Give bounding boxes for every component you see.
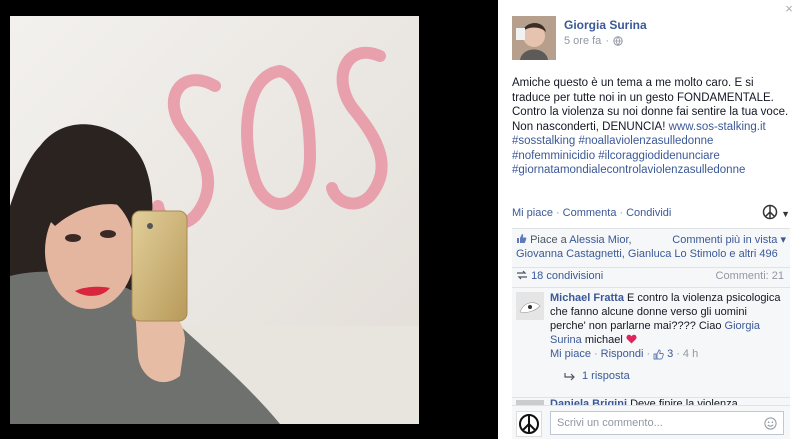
author-name[interactable]: Giorgia Surina	[564, 18, 647, 32]
globe-icon[interactable]	[613, 36, 623, 46]
chevron-down-icon[interactable]: ▼	[781, 209, 790, 219]
heart-icon	[626, 334, 637, 344]
post-body: Amiche questo è un tema a me molto caro.…	[512, 76, 792, 178]
commenter-name[interactable]: Michael Fratta	[550, 292, 624, 304]
viewer-avatar	[516, 411, 542, 437]
photo-viewer-stage	[0, 0, 498, 439]
share-link[interactable]: Condividi	[626, 207, 671, 219]
comment-body: Michael Fratta E contro la violenza psic…	[550, 291, 782, 347]
comment-link[interactable]: Commenta	[563, 207, 617, 219]
post-line-text: Non nasconderti, DENUNCIA!	[512, 120, 669, 133]
post-side-panel: × Giorgia Surina 5 ore fa · Amiche quest…	[498, 0, 800, 439]
replies-count: 1 risposta	[582, 370, 630, 382]
post-timestamp[interactable]: 5 ore fa	[564, 35, 601, 47]
post-actions: Mi piace · Commenta · Condividi ▼	[512, 204, 790, 220]
post-photo[interactable]	[10, 16, 419, 424]
thumbs-up-icon	[653, 349, 664, 359]
comment-timestamp[interactable]: 4 h	[683, 348, 698, 360]
post-url-link[interactable]: www.sos-stalking.it	[669, 121, 766, 133]
dot-separator: ·	[555, 207, 560, 219]
emoji-icon[interactable]	[764, 417, 777, 430]
sort-comments-label: Commenti più in vista	[672, 234, 778, 246]
comment-like-link[interactable]: Mi piace	[550, 348, 591, 360]
dot-separator: ·	[593, 348, 598, 360]
comment-item: Michael Fratta E contro la violenza psic…	[512, 287, 790, 387]
dot-separator: ·	[676, 348, 680, 360]
commenter-avatar[interactable]	[516, 292, 544, 320]
dot-separator: ·	[619, 207, 624, 219]
like-link[interactable]: Mi piace	[512, 207, 553, 219]
comments-count: Commenti: 21	[715, 270, 784, 282]
likes-prefix: Piace a	[530, 234, 570, 246]
comment-actions: Mi piace · Rispondi · 3 · 4 h	[550, 348, 698, 360]
post-line: Non nasconderti, DENUNCIA! www.sos-stalk…	[512, 120, 792, 135]
liker-name[interactable]: Alessia Mior	[569, 234, 628, 246]
reply-arrow-icon	[564, 372, 575, 380]
comment-input[interactable]: Scrivi un commento...	[550, 411, 784, 435]
likes-separator: ,	[628, 234, 632, 246]
shares-row: 18 condivisioni Commenti: 21	[512, 267, 790, 283]
shares-link[interactable]: 18 condivisioni	[531, 270, 603, 282]
comment-input-placeholder: Scrivi un commento...	[557, 417, 663, 429]
post-meta: 5 ore fa ·	[564, 35, 623, 47]
hashtag-line[interactable]: #sosstalking #noallaviolenzasulledonne	[512, 134, 792, 149]
dot-separator: ·	[605, 35, 609, 47]
post-line: traduce per tutte noi in un gesto FONDAM…	[512, 91, 774, 104]
share-icon	[517, 270, 527, 280]
post-line: Amiche questo è un tema a me molto caro.…	[512, 77, 754, 89]
close-icon[interactable]: ×	[782, 2, 796, 16]
peace-sign-icon[interactable]	[762, 204, 778, 220]
peace-sign-icon	[519, 414, 539, 434]
post-line: Contro la violenza su noi donne fai sent…	[512, 106, 789, 118]
comment-like-count[interactable]: 3	[667, 348, 673, 360]
hashtag-line[interactable]: #giornatamondialecontrolaviolenzasulledo…	[512, 163, 792, 178]
photo-image	[10, 16, 419, 424]
view-replies-link[interactable]: 1 risposta	[564, 370, 630, 382]
comment-reply-link[interactable]: Rispondi	[601, 348, 644, 360]
dot-separator: ·	[646, 348, 651, 360]
likers-list[interactable]: Giovanna Castagnetti, Gianluca Lo Stimol…	[516, 247, 786, 261]
post-header: Giorgia Surina 5 ore fa ·	[512, 16, 790, 60]
sort-comments-dropdown[interactable]: Commenti più in vista ▾	[672, 233, 786, 247]
likes-summary: Piace a Alessia Mior, Commenti più in vi…	[512, 233, 790, 261]
comment-composer: Scrivi un commento...	[512, 405, 790, 439]
hashtag-line[interactable]: #nofemminicidio #ilcoraggiodidenunciare	[512, 149, 792, 164]
author-avatar[interactable]	[512, 16, 556, 60]
comment-text-end: michael	[581, 334, 626, 346]
thumbs-up-icon	[517, 234, 527, 243]
